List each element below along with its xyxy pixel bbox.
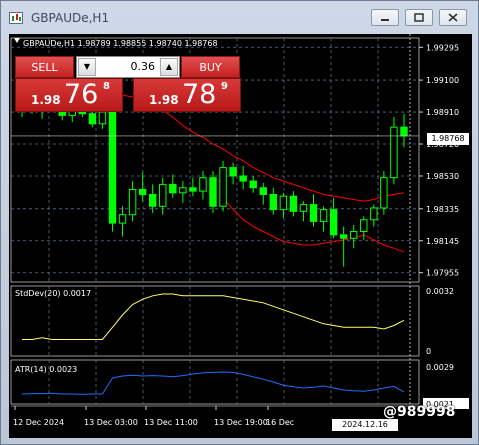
candle-bearish: [209, 177, 217, 207]
price-axis-label: 1.97955: [426, 269, 459, 278]
price-axis-label: 1.98335: [426, 205, 459, 214]
stddev-line: [22, 293, 405, 340]
atr-label: ATR(14) 0.0023: [15, 365, 77, 374]
collapse-triangle-icon[interactable]: [14, 38, 20, 43]
candle-bearish: [239, 175, 247, 182]
window-title: GBPAUDe,H1: [31, 11, 110, 25]
sell-quote-prefix: 1.98: [31, 93, 61, 107]
crosshair-time-label: 2024.12.16 11:00: [332, 419, 398, 438]
sell-button[interactable]: SELL: [15, 56, 74, 78]
time-axis-label: 13 Dec 11:00: [144, 418, 198, 427]
candle-bullish: [128, 188, 137, 216]
candle-bearish: [309, 204, 318, 222]
candle-bullish: [350, 231, 358, 239]
title-bar[interactable]: GBPAUDe,H1: [1, 1, 478, 33]
symbol-info: GBPAUDe,H1 1.98789 1.98855 1.98740 1.987…: [23, 39, 218, 48]
lot-size-value[interactable]: 0.36: [97, 60, 159, 73]
candle-bearish: [229, 167, 237, 177]
time-axis-label: 16 Dec: [266, 418, 294, 427]
candle-bearish: [249, 180, 257, 189]
buy-quote-prefix: 1.98: [149, 93, 179, 107]
chart-window: GBPAUDe,H1 GBPAUDe,H1 1.98789 1.98855 1.…: [0, 0, 479, 445]
candle-bearish: [138, 188, 147, 195]
stddev-label: StdDev(20) 0.0017: [15, 289, 91, 298]
watermark: @989998: [383, 404, 456, 420]
chart-area[interactable]: GBPAUDe,H1 1.98789 1.98855 1.98740 1.987…: [9, 34, 472, 438]
close-icon: [448, 13, 458, 22]
maximize-button[interactable]: [405, 9, 433, 26]
candle-bullish: [159, 183, 167, 207]
candle-bullish: [299, 204, 308, 212]
candle-bullish: [219, 167, 227, 207]
stddev-axis-min: 0: [426, 347, 431, 356]
price-axis-label: 1.98145: [426, 237, 459, 246]
maximize-icon: [414, 13, 424, 22]
candle-bearish: [148, 193, 157, 207]
candle-bullish: [319, 209, 328, 222]
candle-bearish: [269, 193, 278, 211]
candle-bearish: [400, 126, 408, 137]
candle-bullish: [380, 177, 388, 209]
candle-bullish: [179, 187, 187, 194]
candle-bearish: [189, 187, 197, 192]
one-click-trading-panel: SELL ▼ 0.36 ▲ BUY 1.98 76 8 1.98 78 9: [15, 56, 241, 116]
close-button[interactable]: [439, 9, 467, 26]
candle-bullish: [370, 207, 378, 221]
minimize-icon: [381, 19, 389, 21]
lot-increase-icon[interactable]: ▲: [160, 58, 178, 76]
price-axis-label: 1.98530: [426, 172, 459, 181]
candle-bearish: [108, 111, 117, 224]
time-axis-label: 13 Dec 19:00: [214, 418, 268, 427]
price-axis-label: 1.98910: [426, 108, 459, 117]
current-price-label: 1.98768: [427, 133, 469, 145]
candle-bullish: [390, 126, 398, 179]
lot-decrease-icon[interactable]: ▼: [78, 58, 96, 76]
atr-line: [21, 371, 405, 395]
candle-bullish: [199, 177, 207, 192]
time-axis-label: 13 Dec 03:00: [84, 418, 138, 427]
candle-bullish: [360, 219, 368, 233]
buy-button[interactable]: BUY: [181, 56, 240, 78]
price-axis-label: 1.99100: [426, 76, 459, 85]
atr-axis-max: 0.0029: [426, 363, 454, 372]
stddev-axis-max: 0.0032: [426, 287, 454, 296]
candle-bullish: [279, 195, 288, 211]
candle-bearish: [259, 187, 267, 195]
candle-bullish: [118, 214, 127, 224]
chart-window-icon: [9, 12, 23, 24]
buy-quote[interactable]: 1.98 78 9: [133, 78, 241, 112]
time-axis-label: 12 Dec 2024: [13, 418, 64, 427]
candle-bearish: [329, 209, 338, 236]
candle-bearish: [289, 195, 298, 212]
buy-quote-pips: 78: [182, 79, 217, 110]
candle-bearish: [169, 183, 177, 194]
sell-quote-pips: 76: [64, 79, 99, 110]
lot-size-field[interactable]: ▼ 0.36 ▲: [76, 56, 180, 78]
price-axis-label: 1.99295: [426, 43, 459, 52]
candle-bearish: [339, 234, 348, 239]
buy-quote-fraction: 9: [221, 81, 228, 92]
sell-quote[interactable]: 1.98 76 8: [15, 78, 123, 112]
sell-quote-fraction: 8: [103, 81, 110, 92]
minimize-button[interactable]: [371, 9, 399, 26]
